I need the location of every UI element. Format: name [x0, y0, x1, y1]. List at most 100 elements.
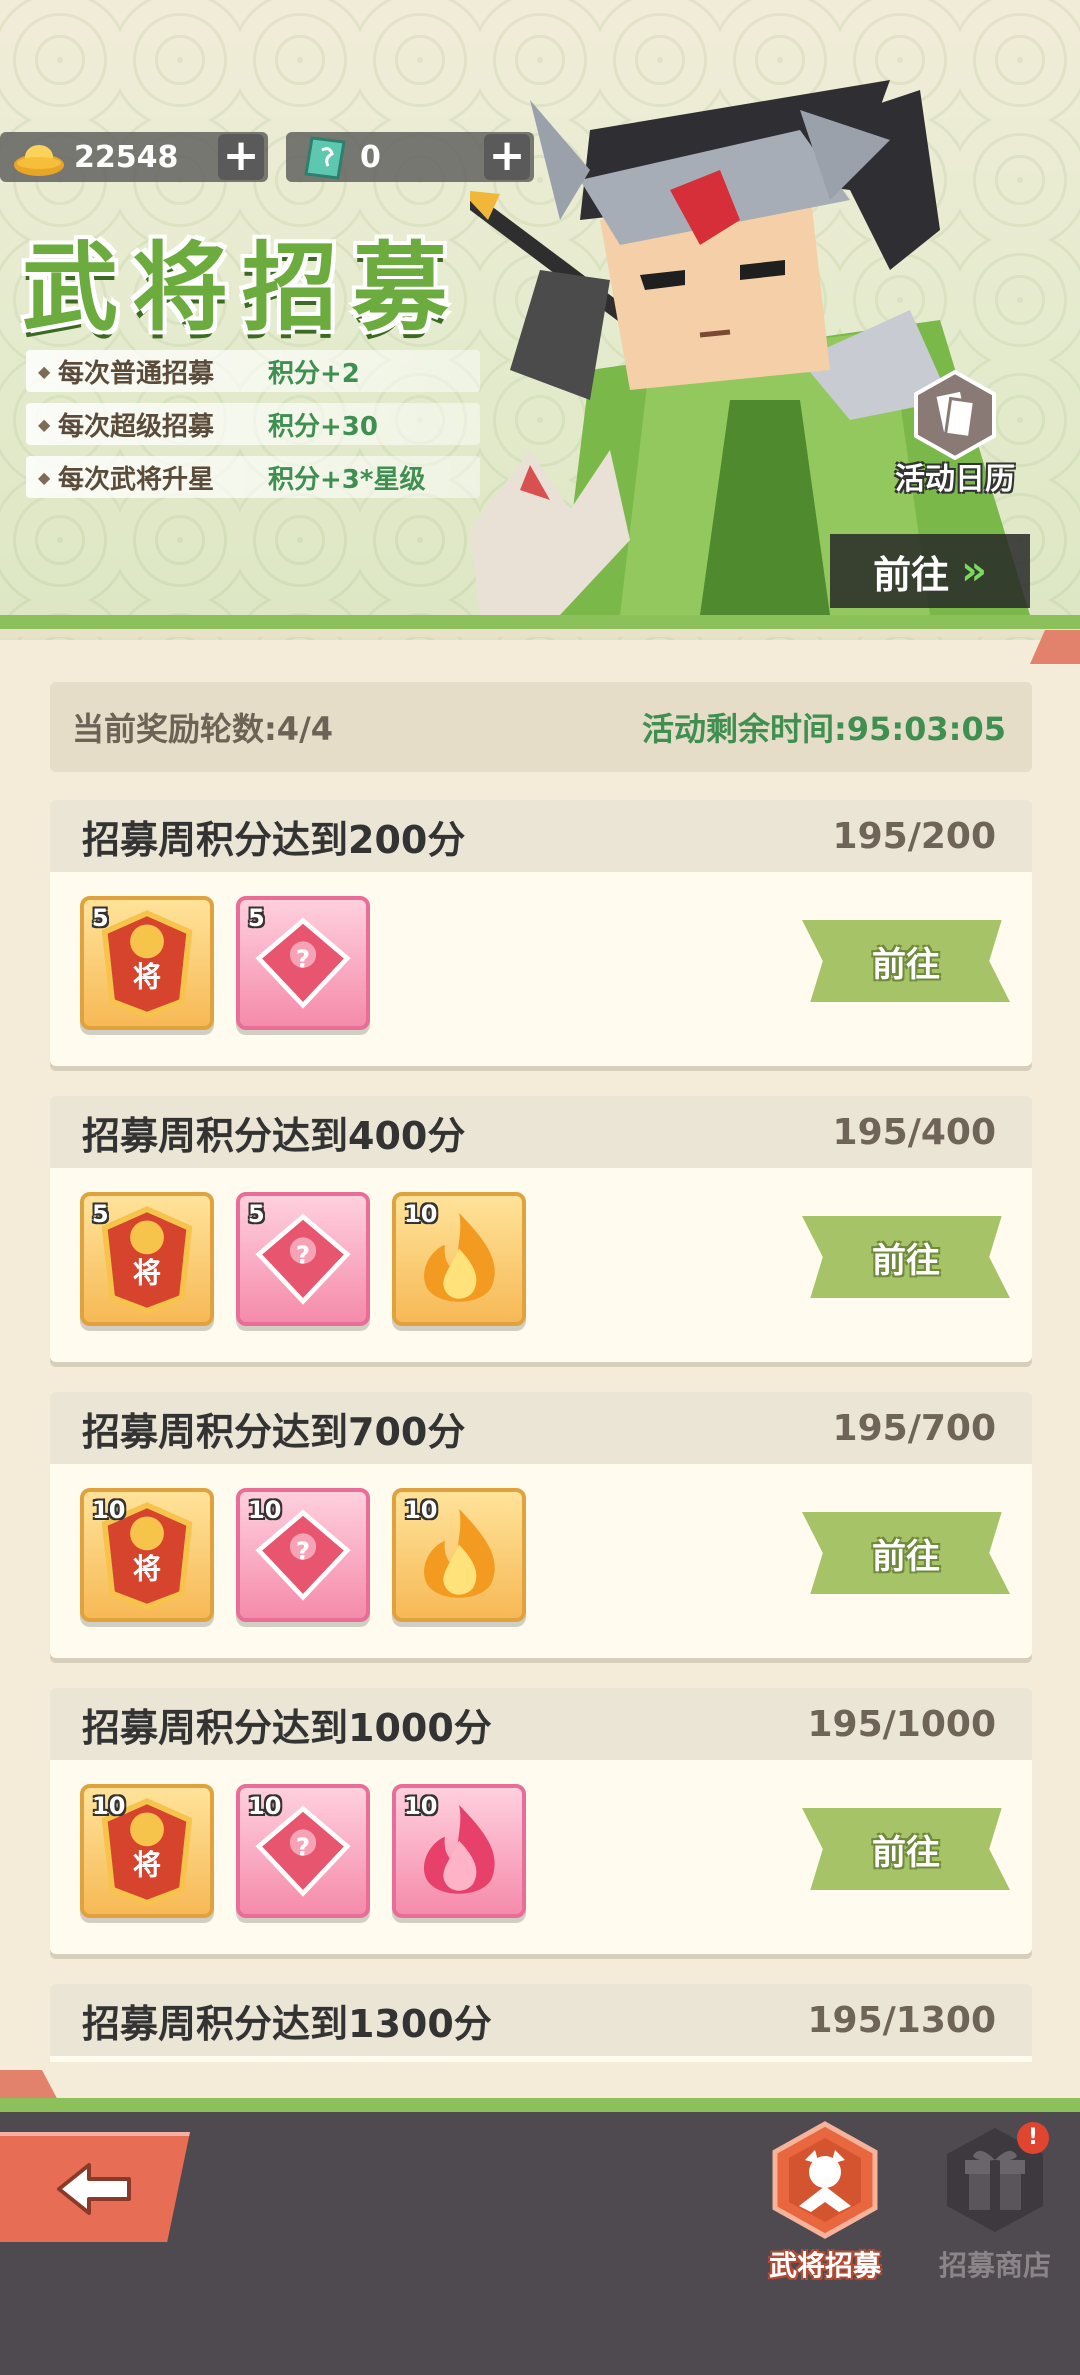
flame-icon[interactable]: 10 — [392, 1488, 526, 1622]
reward-progress: 195/1300 — [807, 1999, 997, 2041]
svg-text:?: ? — [296, 945, 310, 974]
goto-button[interactable]: 前往 — [802, 1216, 1010, 1298]
reward-card-header: 招募周积分达到1000分 195/1000 — [50, 1688, 1032, 1760]
notification-badge: ! — [1017, 2122, 1049, 2154]
reward-items: 将 10? 10 10 — [80, 1784, 526, 1918]
tab-label: 武将招募 — [768, 2249, 881, 2282]
reward-card: 招募周积分达到400分 195/400 将 5? 5 10 前往 — [50, 1096, 1032, 1362]
goto-button[interactable]: 前往 — [802, 920, 1010, 1002]
tab-general-recruit[interactable]: 武将招募 — [750, 2120, 900, 2284]
reward-card-body: 前往 — [50, 2056, 1032, 2062]
item-quantity: 5 — [248, 904, 265, 932]
reward-card-header: 招募周积分达到200分 195/200 — [50, 800, 1032, 872]
gold-amount: 22548 — [74, 139, 179, 175]
add-ticket-button[interactable]: + — [484, 134, 530, 180]
reward-items: 将 5? 5 10 — [80, 1192, 526, 1326]
reward-progress: 195/700 — [832, 1407, 996, 1449]
item-quantity: 10 — [92, 1792, 126, 1820]
diamond-bullet-icon: ◆ — [38, 467, 51, 487]
reward-card-body: 将 10? 10 10 前往 — [50, 1760, 1032, 1954]
recruit-ticket-icon — [296, 134, 354, 180]
mystery-puzzle-icon[interactable]: ? 10 — [236, 1488, 370, 1622]
rule-points: 积分+3*星级 — [268, 464, 426, 495]
banner-goto-button[interactable]: 前往 » — [830, 534, 1030, 608]
reward-progress: 195/400 — [832, 1111, 996, 1153]
goto-button[interactable]: 前往 — [802, 1512, 1010, 1594]
mystery-puzzle-icon[interactable]: ? 10 — [236, 1784, 370, 1918]
nav-divider — [0, 2098, 1080, 2112]
item-quantity: 10 — [248, 1496, 282, 1524]
reward-list[interactable]: 招募周积分达到200分 195/200 将 5? 5 前往 招募周积分达到400分 195/4… — [0, 800, 1080, 2062]
gift-box-icon: ! — [935, 2120, 1055, 2240]
item-quantity: 10 — [248, 1792, 282, 1820]
reward-card-body: 将 5? 5 10 前往 — [50, 1168, 1032, 1362]
calendar-label: 活动日历 — [895, 462, 1015, 497]
reward-goal-title: 招募周积分达到1000分 — [82, 1705, 492, 1750]
gold-ingot-icon — [10, 134, 68, 180]
item-quantity: 10 — [92, 1496, 126, 1524]
back-button[interactable] — [0, 2132, 190, 2242]
reward-goal-title: 招募周积分达到1300分 — [82, 2001, 492, 2046]
rule-row: ◆ 每次超级招募 积分+30 — [26, 403, 480, 445]
reward-card: 招募周积分达到1000分 195/1000 将 10? 10 10 前往 — [50, 1688, 1032, 1954]
banner-divider-shadow — [0, 629, 1080, 637]
reward-card-body: 将 5? 5 前往 — [50, 872, 1032, 1066]
status-bar: 当前奖励轮数:4/4 活动剩余时间:95:03:05 — [50, 682, 1032, 772]
event-banner: 22548 + 0 + 武将招募 ◆ 每次普通招募 积分+2 ◆ 每次超级招募 … — [0, 0, 1080, 640]
rule-text: 每次普通招募 — [58, 358, 215, 389]
rule-points: 积分+30 — [268, 411, 378, 442]
item-quantity: 10 — [404, 1792, 438, 1820]
gold-currency: 22548 + — [0, 132, 268, 182]
reward-goal-title: 招募周积分达到400分 — [82, 1113, 466, 1158]
svg-text:将: 将 — [133, 1849, 161, 1882]
tab-label: 招募商店 — [938, 2249, 1051, 2282]
rule-text: 每次超级招募 — [58, 411, 215, 442]
reward-goal-title: 招募周积分达到700分 — [82, 1409, 466, 1454]
activity-calendar-button[interactable]: 活动日历 — [880, 370, 1030, 498]
reward-card-header: 招募周积分达到400分 195/400 — [50, 1096, 1032, 1168]
svg-text:将: 将 — [133, 961, 161, 994]
flame-icon[interactable]: 10 — [392, 1192, 526, 1326]
svg-text:将: 将 — [133, 1257, 161, 1290]
reward-progress: 195/200 — [832, 815, 996, 857]
rule-row: ◆ 每次武将升星 积分+3*星级 — [26, 456, 480, 498]
tab-recruit-shop[interactable]: ! 招募商店 — [920, 2120, 1070, 2284]
item-quantity: 5 — [92, 1200, 109, 1228]
reward-rounds: 当前奖励轮数:4/4 — [72, 710, 334, 748]
double-chevron-icon: » — [961, 548, 987, 594]
reward-progress: 195/1000 — [807, 1703, 997, 1745]
item-quantity: 10 — [404, 1200, 438, 1228]
reward-goal-title: 招募周积分达到200分 — [82, 817, 466, 862]
general-token-icon[interactable]: 将5 — [80, 896, 214, 1030]
rule-row: ◆ 每次普通招募 积分+2 — [26, 350, 480, 392]
goto-button[interactable]: 前往 — [802, 1808, 1010, 1890]
reward-card: 招募周积分达到200分 195/200 将 5? 5 前往 — [50, 800, 1032, 1066]
points-rules: ◆ 每次普通招募 积分+2 ◆ 每次超级招募 积分+30 ◆ 每次武将升星 积分… — [26, 350, 480, 509]
add-gold-button[interactable]: + — [218, 134, 264, 180]
item-quantity: 5 — [248, 1200, 265, 1228]
banner-goto-label: 前往 — [873, 552, 950, 597]
svg-text:?: ? — [296, 1833, 310, 1862]
reward-items: 将 5? 5 — [80, 896, 370, 1030]
mystery-puzzle-icon[interactable]: ? 5 — [236, 896, 370, 1030]
diamond-bullet-icon: ◆ — [38, 361, 51, 381]
reward-items: 将 10? 10 10 — [80, 1488, 526, 1622]
reward-card-header: 招募周积分达到1300分 195/1300 — [50, 1984, 1032, 2056]
general-token-icon[interactable]: 将5 — [80, 1192, 214, 1326]
svg-text:?: ? — [296, 1241, 310, 1270]
pink-flame-icon[interactable]: 10 — [392, 1784, 526, 1918]
ticket-currency: 0 + — [286, 132, 534, 182]
mystery-puzzle-icon[interactable]: ? 5 — [236, 1192, 370, 1326]
hero-illustration — [470, 80, 1030, 615]
ticket-amount: 0 — [360, 139, 381, 175]
event-timer: 活动剩余时间:95:03:05 — [642, 710, 1006, 748]
reward-card-body: 将 10? 10 10 前往 — [50, 1464, 1032, 1658]
back-arrow-icon — [57, 2163, 131, 2215]
general-token-icon[interactable]: 将 10 — [80, 1488, 214, 1622]
calendar-icon — [910, 370, 1000, 460]
svg-text:?: ? — [296, 1537, 310, 1566]
svg-text:将: 将 — [133, 1553, 161, 1586]
reward-card: 招募周积分达到700分 195/700 将 10? 10 10 前往 — [50, 1392, 1032, 1658]
rule-points: 积分+2 — [268, 358, 360, 389]
general-token-icon[interactable]: 将 10 — [80, 1784, 214, 1918]
